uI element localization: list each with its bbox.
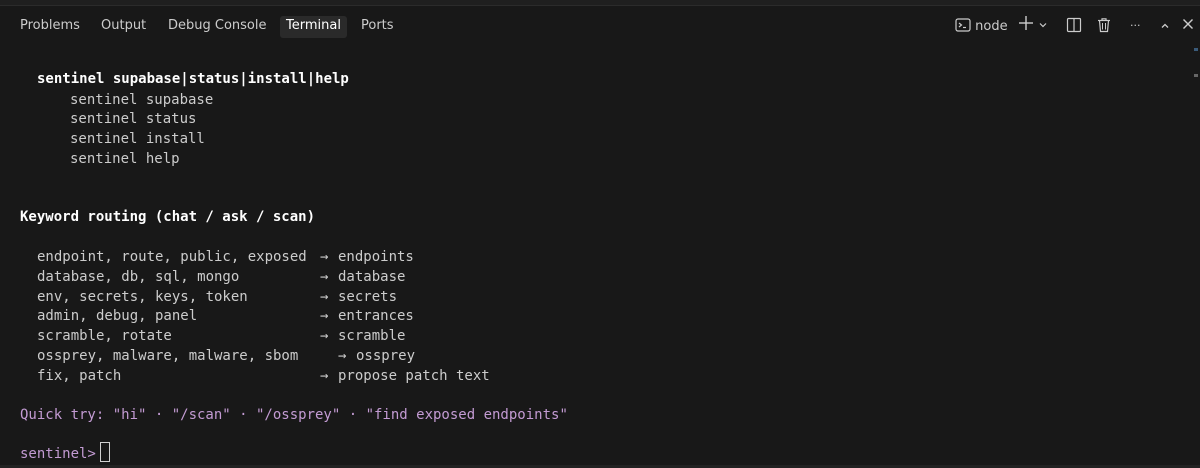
route-keywords: admin, debug, panel [37, 308, 198, 324]
launch-profile-dropdown[interactable] [1038, 17, 1048, 37]
caret-up-icon [1161, 23, 1169, 28]
route-keywords: fix, patch [37, 368, 122, 384]
terminal-name-label: node [975, 19, 1008, 34]
kill-terminal-button[interactable] [1096, 17, 1112, 37]
route-target: entrances [338, 308, 414, 324]
tab-ports[interactable]: Ports [361, 16, 394, 38]
quick-try-hint: Quick try: "hi" · "/scan" · "/ossprey" ·… [20, 407, 568, 423]
usage-item: sentinel supabase [70, 92, 214, 108]
route-target: propose patch text [338, 368, 490, 384]
route-arrow: → [320, 269, 329, 285]
usage-item: sentinel help [70, 151, 180, 167]
panel-header: Problems Output Debug Console Terminal P… [0, 6, 1200, 46]
maximize-panel-button[interactable] [1160, 18, 1170, 38]
route-arrow: → [320, 368, 329, 384]
close-panel-button[interactable] [1182, 17, 1194, 37]
split-icon [1066, 17, 1082, 33]
terminal-icon [955, 18, 971, 32]
split-terminal-button[interactable] [1066, 17, 1082, 37]
usage-item: sentinel install [70, 131, 205, 147]
usage-item: sentinel status [70, 111, 197, 127]
more-icon[interactable]: ··· [1130, 16, 1141, 36]
tab-terminal[interactable]: Terminal [280, 16, 347, 38]
route-keywords: endpoint, route, public, exposed [37, 249, 307, 265]
route-target: scramble [338, 328, 406, 344]
route-target: secrets [338, 289, 398, 305]
tab-problems[interactable]: Problems [20, 16, 80, 38]
trash-icon [1098, 18, 1110, 33]
route-target: database [338, 269, 406, 285]
route-target: ossprey [356, 348, 416, 364]
route-arrow: → [320, 308, 329, 324]
routing-heading: Keyword routing (chat / ask / scan) [20, 209, 316, 225]
tab-output[interactable]: Output [101, 16, 146, 38]
route-keywords: env, secrets, keys, token [37, 289, 248, 305]
route-keywords: database, db, sql, mongo [37, 269, 240, 285]
terminal-profile-button[interactable]: node [955, 17, 1008, 37]
route-arrow: → [320, 289, 329, 305]
route-arrow: → [320, 328, 329, 344]
chevron-down-icon [1039, 23, 1047, 28]
new-terminal-button[interactable] [1018, 15, 1034, 35]
route-keywords: scramble, rotate [37, 328, 172, 344]
route-target: endpoints [338, 249, 414, 265]
terminal-cursor[interactable] [100, 442, 110, 462]
route-arrow: → [338, 348, 347, 364]
close-icon [1183, 19, 1193, 29]
usage-line: sentinel supabase|status|install|help [37, 71, 349, 87]
route-arrow: → [320, 249, 329, 265]
tab-debug-console[interactable]: Debug Console [168, 16, 267, 38]
plus-icon [1019, 16, 1033, 30]
terminal-output[interactable]: sentinel supabase|status|install|help se… [0, 46, 1200, 468]
route-keywords: ossprey, malware, malware, sbom [37, 348, 299, 364]
prompt: sentinel> [20, 446, 96, 462]
